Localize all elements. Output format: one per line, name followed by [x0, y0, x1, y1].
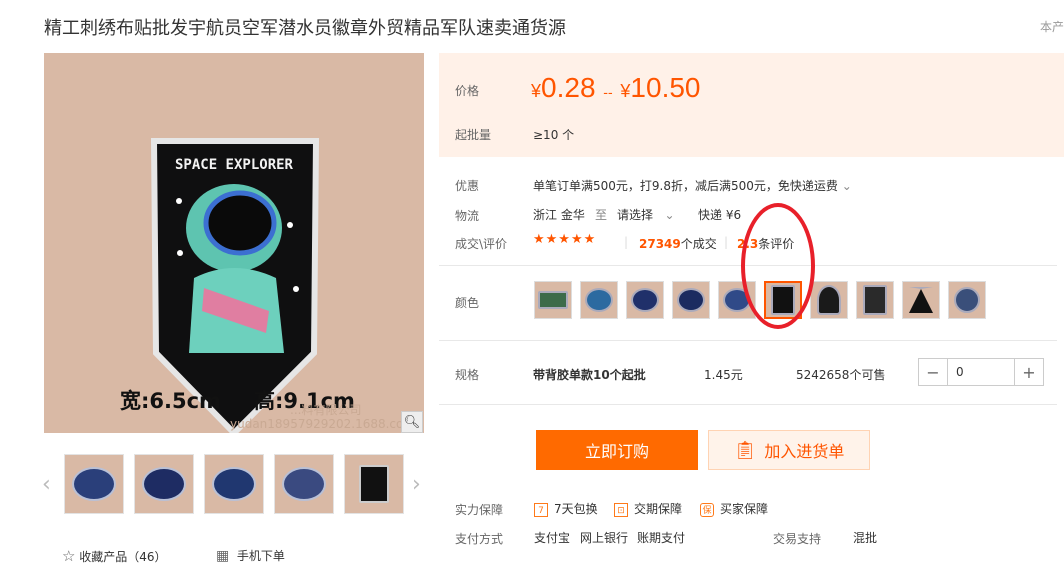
guarantee-item-1[interactable]: 7 7天包换	[534, 500, 598, 517]
space-explorer-patch-illustration: SPACE EXPLORER	[150, 138, 320, 433]
color-option-4[interactable]	[672, 281, 710, 319]
zoom-icon[interactable]: 🔍︎	[401, 411, 423, 433]
logistics-to-word: 至	[595, 208, 608, 222]
quantity-input[interactable]: 0	[947, 359, 1015, 385]
deal-count[interactable]: 27349个成交	[639, 235, 717, 252]
thumbnail-2[interactable]	[134, 454, 194, 514]
guarantee-item-2[interactable]: ⊡ 交期保障	[614, 500, 682, 517]
favorite-button[interactable]: ☆ 收藏产品（46）	[62, 547, 167, 565]
min-order-value: ≥10 个	[533, 128, 575, 142]
minus-icon[interactable]: −	[919, 359, 947, 385]
payment-method-3: 账期支付	[637, 531, 686, 545]
currency-symbol: ¥	[531, 81, 542, 101]
price-separator: --	[603, 84, 613, 100]
price-label: 价格	[455, 84, 480, 98]
mobile-order-button[interactable]: ▦ 手机下单	[216, 547, 285, 564]
plus-icon[interactable]: +	[1015, 359, 1043, 385]
promo-text: 单笔订单满500元，打9.8折，减后满500元，免快递运费	[533, 179, 838, 193]
main-product-image[interactable]: SPACE EXPLORER	[44, 53, 424, 433]
chevron-down-icon: ⌄	[841, 179, 852, 193]
guarantee-item-3[interactable]: 保买家保障	[700, 500, 768, 517]
color-option-7[interactable]	[810, 281, 848, 319]
rating-stars: ★★★★★	[533, 232, 597, 247]
delivery-guarantee-icon: ⊡	[614, 502, 628, 517]
promo-value[interactable]: 单笔订单满500元，打9.8折，减后满500元，免快递运费 ⌄	[533, 177, 852, 194]
payment-method-2: 网上银行	[580, 531, 629, 545]
deals-label: 成交\评价	[455, 237, 508, 251]
color-option-2[interactable]	[580, 281, 618, 319]
thumbnail-5[interactable]	[344, 454, 404, 514]
thumbnail-1[interactable]	[64, 454, 124, 514]
shipping-fee: 快递 ¥6	[698, 208, 742, 222]
red-annotation-circle	[741, 203, 815, 329]
watermark: ...料有限公司 yudan18957929202.1688.co	[230, 403, 420, 431]
guarantee-label: 实力保障	[455, 503, 504, 517]
buy-now-button[interactable]: 立即订购	[536, 430, 698, 470]
payment-method-1: 支付宝	[534, 531, 571, 545]
deal-count-suffix: 个成交	[680, 237, 717, 251]
spec-price: 1.45元	[704, 368, 743, 382]
logistics-label: 物流	[455, 209, 480, 223]
width-label: 宽:6.5cm	[120, 389, 221, 413]
thumbnail-3[interactable]	[204, 454, 264, 514]
quantity-stepper[interactable]: − 0 +	[918, 358, 1044, 386]
guarantee-item-label: 交期保障	[634, 502, 683, 516]
clipboard-icon: 📋︎	[733, 439, 757, 461]
logistics-from: 浙江 金华	[533, 208, 585, 222]
payment-label: 支付方式	[455, 532, 504, 546]
spec-stock: 5242658个可售	[796, 368, 886, 382]
currency-symbol: ¥	[620, 81, 631, 101]
buyer-protection-icon: 保	[700, 502, 714, 517]
spec-name: 带背胶单款10个起批	[533, 368, 646, 382]
color-option-9[interactable]	[902, 281, 940, 319]
price-range: ¥0.28 -- ¥10.50	[531, 72, 701, 104]
price-high: 10.50	[630, 72, 701, 103]
add-to-cart-label: 加入进货单	[764, 442, 845, 461]
patch-text: SPACE EXPLORER	[175, 157, 294, 173]
thumbnail-4[interactable]	[274, 454, 334, 514]
add-to-cart-button[interactable]: 📋︎ 加入进货单	[708, 430, 870, 470]
promo-label: 优惠	[455, 179, 480, 193]
guarantee-item-label: 7天包换	[554, 502, 598, 516]
mobile-order-label: 手机下单	[236, 549, 285, 563]
qrcode-icon: ▦	[216, 548, 230, 564]
color-option-10[interactable]	[948, 281, 986, 319]
divider: |	[624, 235, 629, 249]
watermark-line2: yudan18957929202.1688.co	[230, 417, 404, 431]
color-option-8[interactable]	[856, 281, 894, 319]
chevron-down-icon: ⌄	[664, 208, 675, 222]
star-icon: ☆	[62, 547, 76, 565]
header-right-text[interactable]: 本产	[1040, 18, 1064, 35]
divider	[439, 340, 1057, 341]
color-option-3[interactable]	[626, 281, 664, 319]
divider: |	[724, 235, 729, 249]
product-title: 精工刺绣布贴批发宇航员空军潜水员徽章外贸精品军队速卖通货源	[44, 18, 566, 39]
deal-count-value: 27349	[639, 237, 681, 251]
favorite-label: 收藏产品（46）	[79, 550, 167, 564]
destination-select[interactable]: 请选择 ⌄	[617, 206, 675, 223]
destination-select-label: 请选择	[617, 208, 654, 222]
guarantee-item-label: 买家保障	[720, 502, 769, 516]
spec-label: 规格	[455, 368, 480, 382]
trade-support-label: 交易支持	[773, 532, 822, 546]
divider	[439, 404, 1057, 405]
price-low: 0.28	[541, 72, 596, 103]
color-label: 颜色	[455, 296, 480, 310]
trade-support-value: 混批	[853, 531, 878, 545]
color-option-1[interactable]	[534, 281, 572, 319]
watermark-line1: ...料有限公司	[290, 403, 362, 417]
thumb-next-icon[interactable]: ›	[412, 472, 421, 497]
min-order-label: 起批量	[455, 128, 492, 142]
seven-day-exchange-icon: 7	[534, 502, 548, 517]
thumb-prev-icon[interactable]: ‹	[42, 472, 51, 497]
